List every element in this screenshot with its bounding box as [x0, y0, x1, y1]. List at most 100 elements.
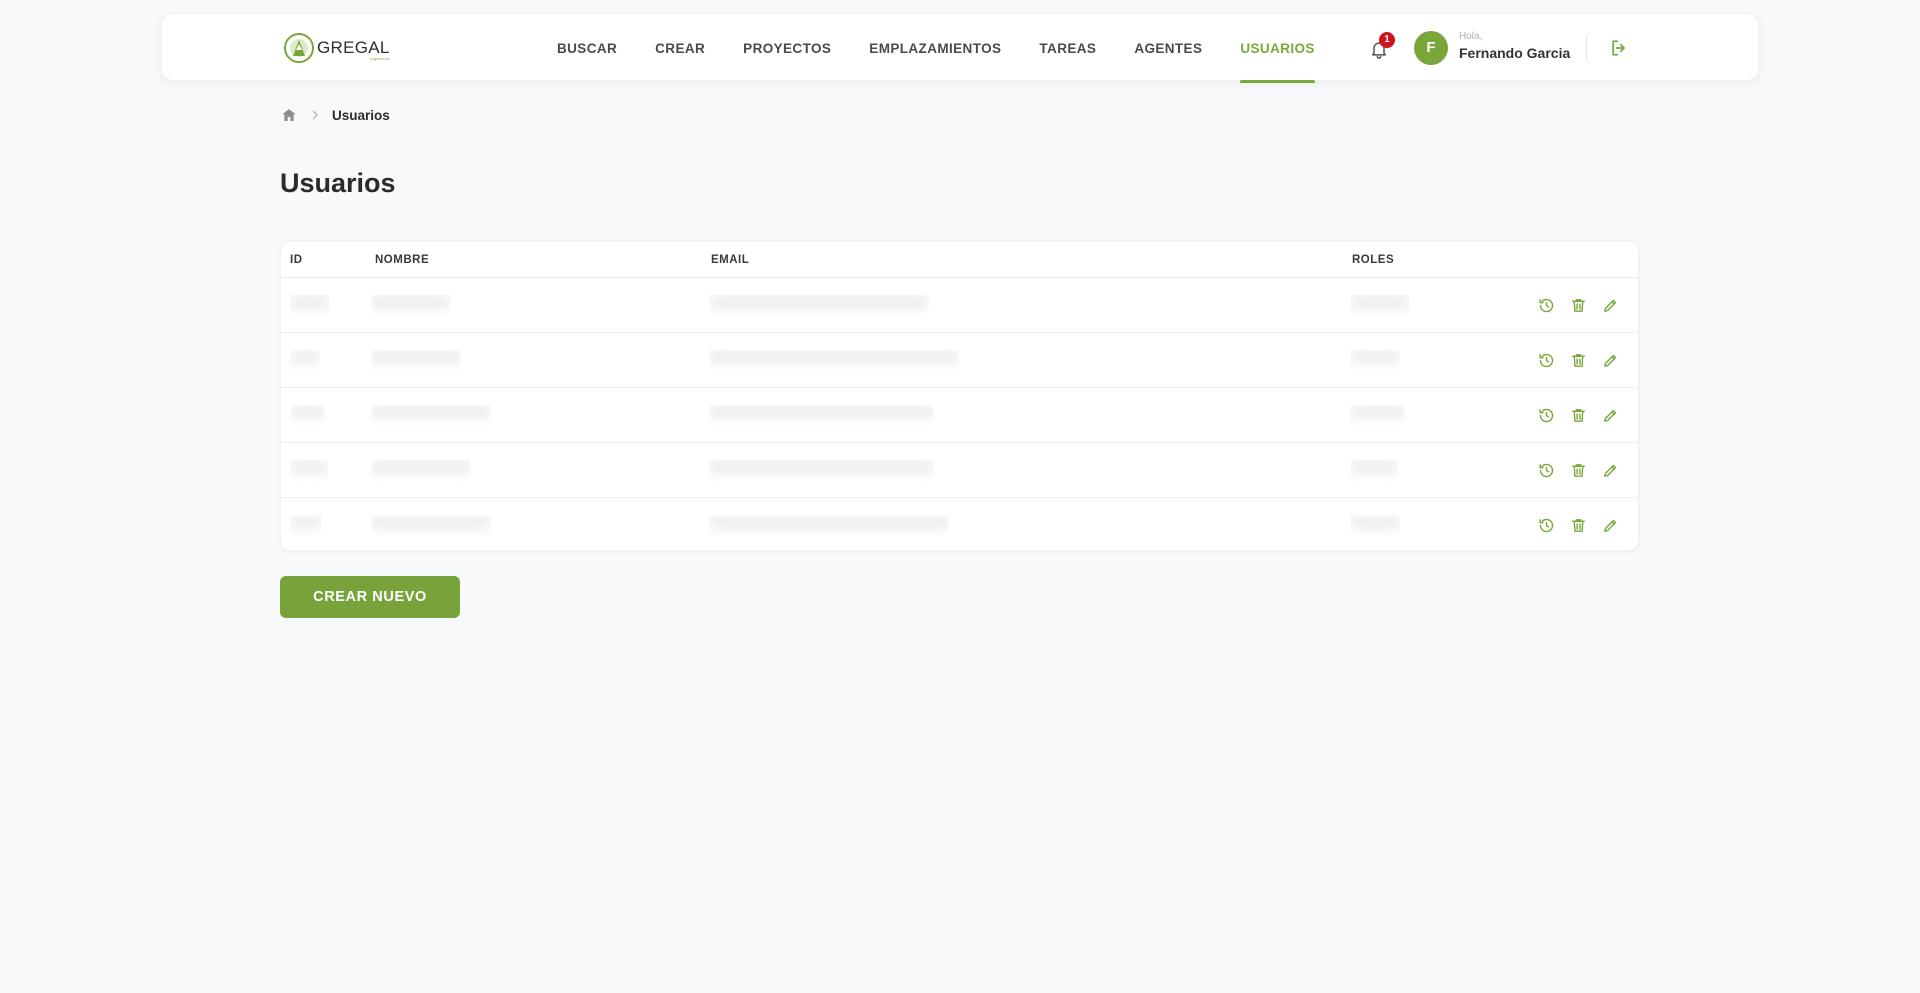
nav-item-agentes[interactable]: AGENTES [1134, 14, 1202, 82]
user-greeting: Hola, Fernando Garcia [1459, 32, 1571, 61]
cell-nombre [371, 515, 491, 537]
cell-email [709, 405, 934, 427]
cell-nombre [371, 350, 461, 372]
brand-name: GREGAL [317, 38, 390, 57]
brand-subtitle: ingenieria [370, 56, 390, 61]
table-row[interactable] [281, 498, 1638, 550]
cell-id-value [290, 350, 320, 364]
table-header: ID NOMBRE EMAIL ROLES [281, 242, 1638, 278]
cell-id [290, 295, 330, 317]
nav-item-proyectos[interactable]: PROYECTOS [743, 14, 831, 82]
cell-roles [1350, 460, 1398, 482]
pencil-icon [1603, 519, 1616, 532]
cell-roles-value [1350, 405, 1405, 419]
logout-button[interactable] [1609, 38, 1629, 58]
edit-button[interactable] [1600, 405, 1620, 425]
history-icon [1538, 298, 1553, 312]
cell-nombre [371, 460, 471, 482]
cell-email [709, 515, 949, 537]
table-row[interactable] [281, 333, 1638, 388]
page-title: Usuarios [280, 168, 396, 198]
pencil-icon [1603, 409, 1616, 422]
delete-button[interactable] [1568, 405, 1588, 425]
cell-nombre-value [371, 295, 451, 309]
cell-id-value [290, 460, 328, 474]
row-actions [1536, 295, 1620, 315]
trash-icon [1571, 298, 1585, 312]
cell-nombre-value [371, 515, 491, 529]
delete-button[interactable] [1568, 460, 1588, 480]
chevron-right-icon [312, 110, 318, 120]
row-actions [1536, 515, 1620, 535]
cell-nombre [371, 405, 491, 427]
cell-roles [1350, 515, 1400, 537]
column-header-roles[interactable]: ROLES [1352, 254, 1394, 266]
table-row[interactable] [281, 388, 1638, 443]
brand-logo-icon [284, 33, 314, 63]
history-icon [1538, 408, 1553, 422]
nav-item-buscar[interactable]: BUSCAR [557, 14, 617, 82]
nav-item-emplazamientos[interactable]: EMPLAZAMIENTOS [869, 14, 1001, 82]
create-new-button[interactable]: CREAR NUEVO [280, 576, 460, 618]
column-header-email[interactable]: EMAIL [711, 254, 749, 266]
breadcrumb-current: Usuarios [332, 107, 390, 123]
history-button[interactable] [1536, 405, 1556, 425]
cell-id-value [290, 295, 330, 309]
cell-roles-value [1350, 295, 1410, 309]
row-actions [1536, 350, 1620, 370]
cell-roles-value [1350, 350, 1400, 364]
cell-nombre-value [371, 405, 491, 419]
cell-nombre [371, 295, 451, 317]
edit-button[interactable] [1600, 295, 1620, 315]
brand-logo[interactable]: GREGAL ingenieria [283, 32, 390, 64]
trash-icon [1571, 353, 1585, 367]
delete-button[interactable] [1568, 515, 1588, 535]
pencil-icon [1603, 354, 1616, 367]
cell-roles [1350, 350, 1400, 372]
nav-item-crear[interactable]: CREAR [655, 14, 705, 82]
cell-id-value [290, 405, 325, 419]
cell-id [290, 350, 320, 372]
cell-email-value [709, 350, 959, 364]
cell-id [290, 405, 325, 427]
nav-item-tareas[interactable]: TAREAS [1039, 14, 1096, 82]
cell-id [290, 515, 322, 537]
cell-email [709, 460, 934, 482]
column-header-id[interactable]: ID [290, 254, 303, 266]
history-button[interactable] [1536, 295, 1556, 315]
cell-roles-value [1350, 460, 1398, 474]
edit-button[interactable] [1600, 460, 1620, 480]
delete-button[interactable] [1568, 350, 1588, 370]
edit-button[interactable] [1600, 350, 1620, 370]
history-button[interactable] [1536, 460, 1556, 480]
delete-button[interactable] [1568, 295, 1588, 315]
history-button[interactable] [1536, 515, 1556, 535]
cell-roles [1350, 295, 1410, 317]
table-row[interactable] [281, 443, 1638, 498]
cell-email-value [709, 460, 934, 474]
column-header-nombre[interactable]: NOMBRE [375, 254, 429, 266]
cell-nombre-value [371, 460, 471, 474]
cell-email [709, 350, 959, 372]
home-icon[interactable] [281, 107, 297, 123]
history-icon [1538, 463, 1553, 477]
history-button[interactable] [1536, 350, 1556, 370]
breadcrumb: Usuarios [281, 106, 390, 124]
cell-email-value [709, 295, 929, 309]
trash-icon [1571, 463, 1585, 477]
row-actions [1536, 460, 1620, 480]
cell-email-value [709, 515, 949, 529]
user-name: Fernando Garcia [1459, 45, 1571, 61]
cell-email-value [709, 405, 934, 419]
nav-item-usuarios[interactable]: USUARIOS [1240, 14, 1316, 83]
trash-icon [1571, 408, 1585, 422]
trash-icon [1571, 518, 1585, 532]
notifications-button[interactable]: 1 [1369, 32, 1395, 61]
user-avatar[interactable]: F [1414, 31, 1448, 65]
main-nav: BUSCAR CREAR PROYECTOS EMPLAZAMIENTOS TA… [557, 14, 1353, 83]
logout-icon [1612, 40, 1625, 56]
edit-button[interactable] [1600, 515, 1620, 535]
history-icon [1538, 518, 1553, 532]
table-row[interactable] [281, 278, 1638, 333]
pencil-icon [1603, 464, 1616, 477]
